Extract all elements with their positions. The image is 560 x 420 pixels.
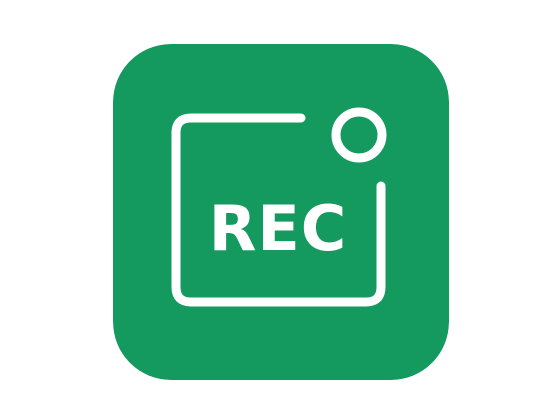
rec-label: REC <box>209 192 348 265</box>
app-icon[interactable]: REC <box>113 44 449 380</box>
app-icon-graphic: REC <box>113 44 449 380</box>
